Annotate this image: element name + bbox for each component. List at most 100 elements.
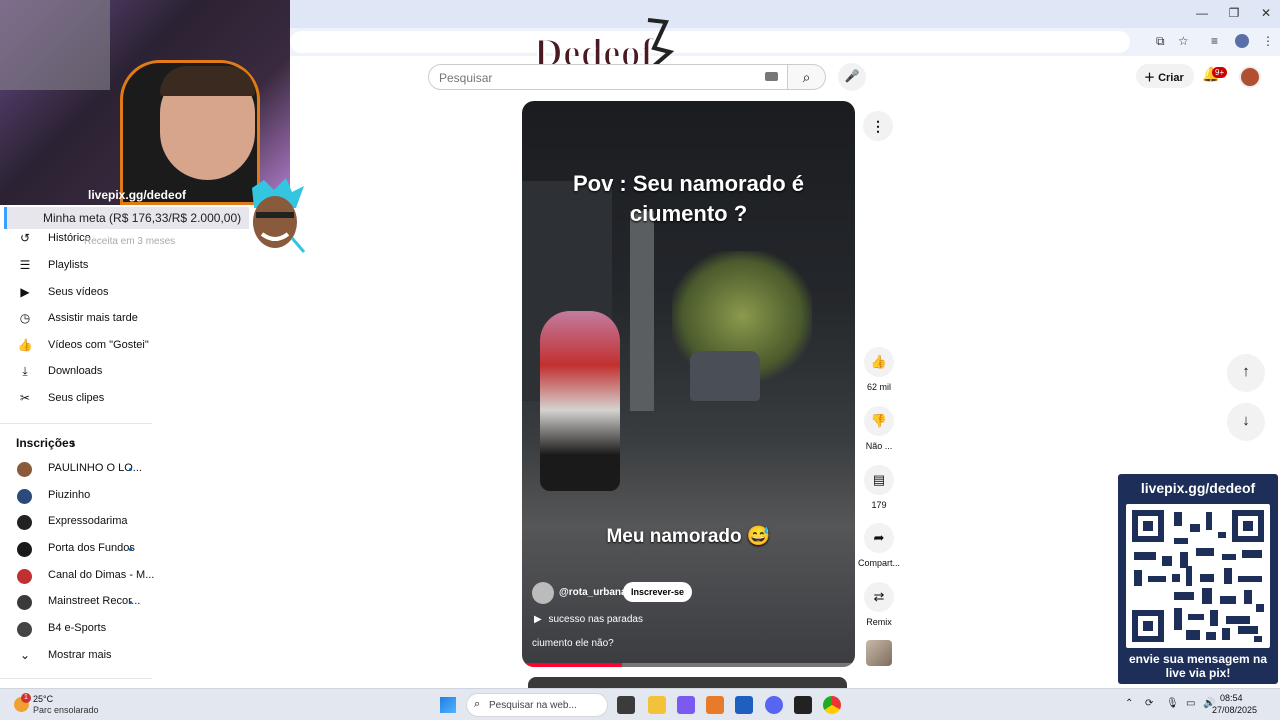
pix-message-line-2: live via pix! (1165, 666, 1231, 680)
qr-module (1256, 604, 1264, 612)
search-button[interactable]: ⌕ (788, 64, 826, 90)
subscribe-button[interactable]: Inscrever-se (623, 582, 693, 602)
comments-button[interactable]: ▤ (864, 465, 894, 495)
qr-module (1172, 574, 1180, 582)
file-explorer-icon[interactable] (648, 696, 666, 714)
create-button[interactable]: ＋ Criar (1136, 64, 1194, 88)
account-avatar[interactable] (1239, 66, 1261, 88)
sidebar-item[interactable]: ▶ Seus vídeos (0, 280, 150, 306)
subscription-item[interactable]: Mainstreet Recor... (0, 589, 150, 615)
minimize-button[interactable]: — (1192, 6, 1212, 20)
capcut-icon[interactable] (794, 696, 812, 714)
notifications-badge: 9+ (1212, 67, 1228, 78)
subscription-item[interactable]: Piuzinho (0, 483, 150, 509)
weather-description[interactable]: Parc ensolarado (33, 705, 99, 715)
channel-avatar (17, 542, 32, 557)
qr-module (1174, 608, 1182, 630)
store-icon[interactable] (735, 696, 753, 714)
copilot-icon[interactable] (677, 696, 695, 714)
keyboard-icon[interactable] (765, 72, 778, 81)
clock-date[interactable]: 27/08/2025 (1212, 705, 1257, 715)
thumbs-up-icon: 👍 (17, 338, 33, 352)
video-progress-bar[interactable] (522, 663, 855, 667)
more-options-button[interactable]: ⋮ (863, 111, 893, 141)
like-count: 62 mil (866, 382, 891, 392)
qr-module (1238, 576, 1262, 582)
sidebar-item-label: Seus vídeos (48, 286, 109, 298)
show-more-button[interactable]: ⌄ Mostrar mais (0, 643, 150, 669)
sync-icon[interactable]: ⟳ (1145, 698, 1153, 709)
subscription-item[interactable]: Canal do Dimas - M... (0, 563, 154, 589)
browser-menu-icon[interactable]: ⋮ (1262, 34, 1274, 48)
video-progress-fill (522, 663, 622, 667)
sidebar-item[interactable]: ◷ Assistir mais tarde (0, 306, 150, 332)
qr-module (1190, 524, 1200, 532)
profile-icon[interactable] (1235, 34, 1249, 48)
channel-name[interactable]: @rota_urbana (559, 587, 627, 598)
close-button[interactable]: ✕ (1256, 6, 1276, 20)
restore-button[interactable]: ❐ (1224, 6, 1244, 20)
voice-search-button[interactable]: 🎤 (838, 63, 866, 91)
audio-thumbnail[interactable] (866, 640, 892, 666)
taskbar-search-box[interactable]: ⌕ Pesquisar na web... (466, 693, 608, 717)
video-title-overlay: Pov : Seu namorado é ciumento ? (522, 169, 855, 229)
windows-start-button[interactable] (440, 697, 456, 713)
search-input[interactable]: Pesquisar (428, 64, 788, 90)
chevron-right-icon[interactable]: › (71, 436, 75, 450)
task-view-icon[interactable] (617, 696, 635, 714)
sidebar-item[interactable]: ⤓ Downloads (0, 359, 150, 385)
media-control-icon[interactable]: ≡ (1211, 34, 1218, 48)
subscriptions-heading[interactable]: Inscrições (16, 436, 75, 450)
next-short-button[interactable]: ↓ (1227, 403, 1265, 441)
channel-avatar[interactable] (532, 582, 554, 604)
qr-module (1242, 550, 1262, 558)
scissors-icon: ✂ (19, 391, 31, 405)
sidebar-item-label: Playlists (48, 259, 89, 271)
network-icon[interactable]: ▭ (1186, 698, 1195, 709)
bookmark-star-icon[interactable]: ☆ (1178, 34, 1189, 48)
subscription-item[interactable]: PAULINHO O LO... (0, 456, 150, 482)
qr-module (1148, 576, 1166, 582)
comment-icon: ▤ (872, 472, 886, 487)
install-app-icon[interactable]: ⧉ (1156, 34, 1165, 49)
discord-icon[interactable] (765, 696, 783, 714)
sidebar-item-label: Vídeos com "Gostei" (48, 339, 149, 351)
qr-module (1202, 588, 1212, 604)
plus-icon: ＋ (1144, 72, 1155, 84)
subscription-label: PAULINHO O LO... (48, 462, 142, 474)
chrome-icon[interactable] (823, 696, 841, 714)
qr-module (1222, 554, 1236, 560)
subscription-label: Expressodarima (48, 515, 128, 527)
channel-avatar (17, 462, 32, 477)
tray-chevron-up-icon[interactable]: ⌃ (1125, 698, 1133, 709)
clock-time[interactable]: 08:54 (1220, 693, 1243, 703)
qr-module (1162, 556, 1172, 566)
subscription-item[interactable]: B4 e-Sports (0, 616, 150, 642)
microphone-icon[interactable]: 🎙 (1166, 698, 1179, 709)
qr-module (1222, 628, 1230, 640)
url-field[interactable] (290, 31, 1130, 53)
qr-module (1226, 616, 1250, 624)
short-video-player[interactable]: Pov : Seu namorado é ciumento ? Meu namo… (522, 101, 855, 667)
sidebar-item[interactable]: 👍 Vídeos com "Gostei" (0, 333, 150, 359)
cartoon-avatar-icon (252, 178, 306, 253)
share-button[interactable]: ➦ (864, 523, 894, 553)
subscription-item[interactable]: Porta dos Fundos (0, 536, 150, 562)
history-icon: ↺ (19, 231, 31, 245)
subscription-item[interactable]: Expressodarima (0, 509, 150, 535)
faded-tooltip-text: Receita em 3 meses (84, 236, 176, 247)
weather-temperature[interactable]: 25°C (33, 694, 53, 704)
remix-button[interactable]: ⇄ (864, 582, 894, 612)
qr-module (1186, 566, 1192, 586)
qr-finder (1132, 510, 1164, 542)
previous-short-button[interactable]: ↑ (1227, 354, 1265, 392)
like-button[interactable]: 👍 (864, 347, 894, 377)
sidebar-item[interactable]: ☰ Playlists (0, 253, 150, 279)
music-link[interactable]: ▶ sucesso nas paradas (534, 614, 643, 625)
chevron-down-icon: ⌄ (19, 648, 31, 662)
qr-module (1206, 632, 1216, 640)
sidebar-item[interactable]: ✂ Seus clipes (0, 386, 150, 412)
dislike-button[interactable]: 👎 (864, 406, 894, 436)
app-orange-icon[interactable] (706, 696, 724, 714)
pix-message-line-1: envie sua mensagem na (1128, 652, 1268, 666)
